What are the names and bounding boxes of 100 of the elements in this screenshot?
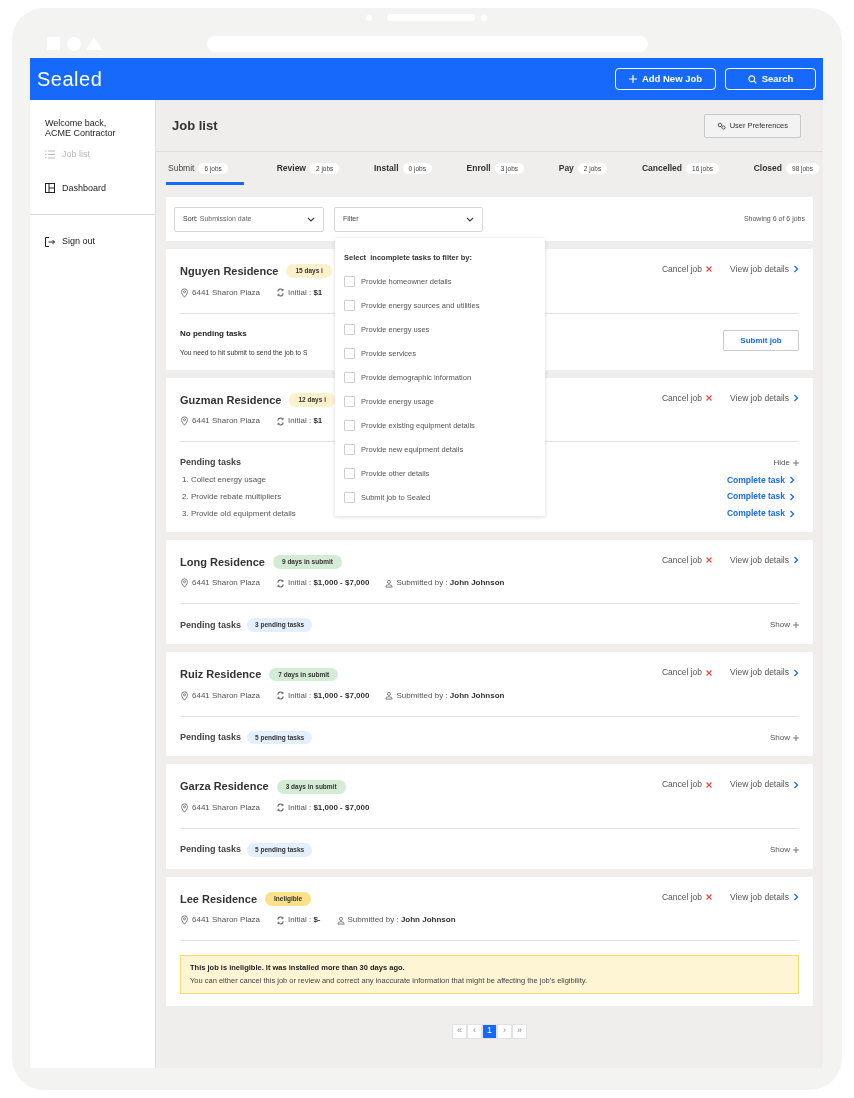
page-button[interactable]: › [497,1023,512,1039]
section-title: No pending tasks [180,327,248,340]
close-icon [706,266,713,273]
job-name: Ruiz Residence [180,667,262,683]
location-pin-icon [180,578,189,589]
welcome-text: Welcome back, ACME Contractor [45,118,117,138]
sign-out-link[interactable]: Sign out [45,235,140,249]
cycle-icon [276,803,286,813]
address: 6441 Sharon Plaza [192,914,261,927]
location-pin-icon [180,690,189,701]
person-icon [385,691,394,701]
cancel-job-link[interactable]: Cancel job [661,890,713,904]
page-button[interactable]: 1 [482,1023,497,1039]
plus-icon [793,734,799,741]
page-button[interactable]: « [452,1023,467,1039]
job-name: Nguyen Residence [180,264,279,279]
close-icon [706,557,713,564]
location-pin-icon [180,802,189,813]
location-pin-icon [180,416,189,427]
logo: Sealed [37,67,103,92]
job-name: Guzman Residence [180,392,282,408]
initial-estimate: Initial : $1 [288,415,323,428]
caret-down-icon [466,216,474,222]
complete-task-link[interactable]: Complete task [726,507,795,520]
location-pin-icon [180,287,189,298]
gears-icon [716,121,726,130]
address: 6441 Sharon Plaza [192,415,261,428]
view-details-link[interactable]: View job details [730,391,799,405]
complete-task-link[interactable]: Complete task [726,490,795,504]
sidebar-item[interactable]: Dashboard [45,181,140,195]
location-pin-icon [180,915,189,926]
checkbox[interactable] [344,467,355,479]
view-details-link[interactable]: View job details [730,553,799,567]
checkbox[interactable] [344,299,355,311]
job-name: Lee Residence [180,891,258,907]
person-icon [385,578,394,588]
address: 6441 Sharon Plaza [192,801,261,814]
chevron-right-icon [793,668,799,677]
checkbox[interactable] [344,275,355,287]
view-details-link[interactable]: View job details [730,263,799,276]
task-item: 1. Collect energy usage [182,474,267,487]
dashboard-icon [45,183,55,194]
chevron-right-icon [793,394,799,403]
caret-down-icon [307,216,315,222]
initial-estimate: Initial : $1,000 - $7,000 [288,577,370,590]
checkbox[interactable] [344,323,355,335]
submitted-by: Submitted by : John Johnson [347,914,456,927]
search-button[interactable]: Search [725,68,816,90]
checkbox[interactable] [344,491,355,503]
search-icon [747,74,757,84]
submitted-by: Submitted by : John Johnson [396,577,505,590]
cancel-job-link[interactable]: Cancel job [661,553,713,567]
checkbox[interactable] [344,347,355,359]
view-details-link[interactable]: View job details [730,666,799,679]
section-title: Pending tasks [180,618,242,632]
view-details-link[interactable]: View job details [730,890,799,904]
add-job-button[interactable]: Add New Job [615,68,716,90]
job-name: Garza Residence [180,779,269,795]
address: 6441 Sharon Plaza [192,286,261,299]
initial-estimate: Initial : $1,000 - $7,000 [288,689,370,702]
submit-job-button[interactable]: Submit job [723,330,799,352]
cycle-icon [276,915,286,925]
checkbox[interactable] [344,395,355,407]
show-toggle[interactable]: Show [770,843,799,856]
cancel-job-link[interactable]: Cancel job [661,263,713,276]
plus-icon [628,75,637,83]
initial-estimate: Initial : $- [288,914,321,927]
chevron-right-icon [793,780,799,789]
cancel-job-link[interactable]: Cancel job [661,391,713,405]
initial-estimate: Initial : $1,000 - $7,000 [288,801,370,814]
page-button[interactable]: ‹ [467,1023,482,1039]
person-icon [336,915,345,925]
show-toggle[interactable]: Show [770,619,799,632]
show-toggle[interactable]: Show [770,731,799,744]
view-details-link[interactable]: View job details [730,778,799,792]
checkbox[interactable] [344,443,355,455]
close-icon [706,669,713,676]
section-title: Pending tasks [180,843,242,857]
section-title: Pending tasks [180,730,242,744]
hide-toggle[interactable]: Hide [773,456,799,469]
chevron-right-icon [793,265,799,274]
plus-icon [793,846,799,853]
plus-icon [793,622,799,629]
page-title: Job list [172,116,218,135]
cancel-job-link[interactable]: Cancel job [661,778,713,792]
page-button[interactable]: » [512,1023,527,1039]
job-name: Long Residence [180,554,265,570]
close-icon [706,395,713,402]
cycle-icon [276,416,286,426]
address: 6441 Sharon Plaza [192,689,261,702]
checkbox[interactable] [344,419,355,431]
section-title: Pending tasks [180,456,242,470]
cycle-icon [276,691,286,701]
complete-task-link[interactable]: Complete task [726,473,795,487]
task-item: 3. Provide old equipment details [182,507,296,520]
cycle-icon [276,288,286,297]
cancel-job-link[interactable]: Cancel job [661,666,713,679]
close-icon [706,894,713,901]
sign-out-icon [45,236,55,247]
checkbox[interactable] [344,371,355,383]
